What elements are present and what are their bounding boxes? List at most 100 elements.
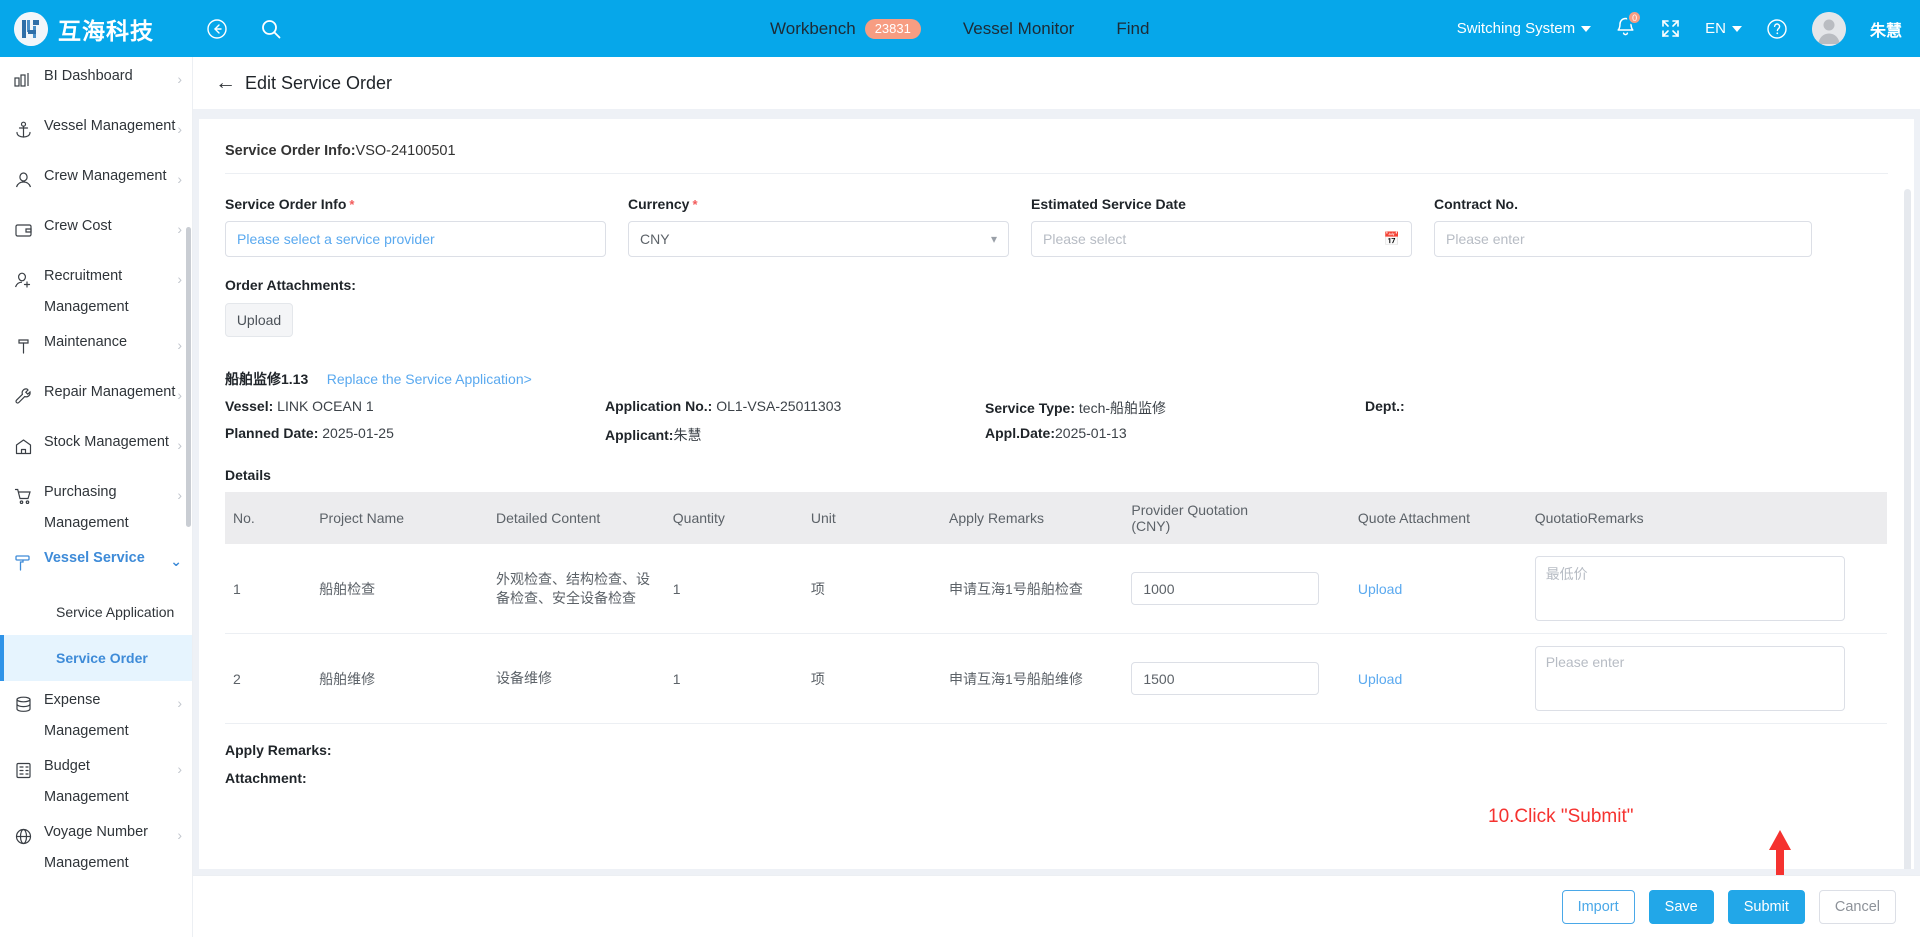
wallet-icon <box>14 221 40 245</box>
application-no-field: Application No.: OL1-VSA-25011303 <box>605 398 985 418</box>
application-info-row: Planned Date: 2025-01-25 Applicant:朱慧 Ap… <box>225 425 1888 445</box>
quotation-input[interactable]: 1000 <box>1131 572 1320 605</box>
sidebar-item-maintenance[interactable]: Maintenance › <box>0 323 192 373</box>
sidebar-sub-label: Service Application <box>56 604 175 620</box>
top-navigation-bar: 互海科技 Workbench 23831 Vessel Monitor Find… <box>0 0 1920 57</box>
notification-bell-icon[interactable]: 0 <box>1615 10 1643 42</box>
help-icon[interactable] <box>1766 18 1788 40</box>
cell-content: 设备维修 <box>487 633 665 724</box>
paint-roller-icon <box>14 553 40 577</box>
globe-icon <box>14 827 40 851</box>
switching-system-dropdown[interactable]: Switching System <box>1457 20 1592 37</box>
sidebar-item-stock-management[interactable]: Stock Management › <box>0 423 192 473</box>
sidebar-item-service-order[interactable]: Service Order <box>0 635 192 681</box>
main-content: ← Edit Service Order Service Order Info:… <box>193 57 1920 937</box>
sidebar-item-label: Purchasing Management <box>44 484 129 531</box>
service-order-info-value: VSO-24100501 <box>355 143 456 159</box>
chevron-right-icon: › <box>177 487 182 503</box>
quotation-remarks-part-a: Quotatio <box>1534 510 1588 526</box>
quotation-value: 1000 <box>1143 580 1175 597</box>
sidebar-item-voyage-number-management[interactable]: Voyage Number Management › <box>0 813 192 879</box>
chevron-right-icon: › <box>177 387 182 403</box>
sidebar-item-label: Repair Management <box>44 384 176 400</box>
sidebar-sub-label: Service Order <box>56 650 148 666</box>
currency-select[interactable]: CNY ▾ <box>628 221 1009 257</box>
sidebar-item-bi-dashboard[interactable]: BI Dashboard › <box>0 57 192 107</box>
table-row: 2 船舶维修 设备维修 1 项 申请互海1号船舶维修 1500 Upload P… <box>225 633 1887 724</box>
upload-link[interactable]: Upload <box>1358 671 1402 687</box>
cell-project: 船舶检查 <box>311 544 488 634</box>
upload-button[interactable]: Upload <box>225 303 293 337</box>
sidebar-item-service-application[interactable]: Service Application <box>0 589 192 635</box>
sidebar-item-purchasing-management[interactable]: Purchasing Management › <box>0 473 192 539</box>
username-label: 朱慧 <box>1869 22 1902 40</box>
appl-date-field: Appl.Date:2025-01-13 <box>985 425 1365 445</box>
application-no-label: Application No.: <box>605 398 713 414</box>
sidebar-scrollbar[interactable] <box>186 227 191 527</box>
service-order-form-card: Service Order Info:VSO-24100501 Service … <box>199 119 1914 869</box>
column-header-provider-quotation: Provider Quotation (CNY) <box>1123 492 1350 544</box>
quotation-header-line1: Provider Quotation <box>1131 502 1249 518</box>
application-no-value: OL1-VSA-25011303 <box>716 398 842 414</box>
service-provider-select[interactable]: Please select a service provider <box>225 221 606 257</box>
nav-label: Find <box>1116 18 1150 38</box>
upload-link[interactable]: Upload <box>1358 581 1402 597</box>
sidebar-item-budget-management[interactable]: Budget Management › <box>0 747 192 813</box>
placeholder: Please select <box>1043 231 1127 247</box>
language-selector[interactable]: EN <box>1705 20 1742 37</box>
import-button[interactable]: Import <box>1561 889 1635 924</box>
nav-item-workbench[interactable]: Workbench 23831 <box>770 18 921 39</box>
field-currency: Currency * CNY ▾ <box>628 196 1031 257</box>
quotation-remarks-textarea[interactable]: Please enter <box>1534 646 1845 711</box>
chart-bar-icon <box>14 71 40 95</box>
sidebar-item-vessel-service[interactable]: Vessel Service ⌄ <box>0 539 192 589</box>
back-arrow-icon[interactable]: ← <box>215 71 236 95</box>
sidebar-item-label: Stock Management <box>44 434 169 450</box>
nav-item-vessel-monitor[interactable]: Vessel Monitor <box>963 19 1075 39</box>
cell-no: 1 <box>225 544 312 634</box>
avatar[interactable] <box>1811 11 1846 46</box>
cell-unit: 项 <box>802 544 942 634</box>
back-arrow-icon[interactable] <box>206 18 228 40</box>
chevron-right-icon: › <box>177 71 182 87</box>
sidebar-item-repair-management[interactable]: Repair Management › <box>0 373 192 423</box>
service-order-info-line: Service Order Info:VSO-24100501 <box>225 143 1888 174</box>
chevron-right-icon: › <box>177 827 182 843</box>
replace-service-application-link[interactable]: Replace the Service Application> <box>327 371 532 387</box>
service-type-label: Service Type: <box>985 400 1076 416</box>
brand-logo-area[interactable]: 互海科技 <box>14 11 154 46</box>
details-table: No. Project Name Detailed Content Quanti… <box>225 492 1887 724</box>
cancel-button[interactable]: Cancel <box>1818 889 1896 924</box>
sidebar-item-vessel-management[interactable]: Vessel Management › <box>0 107 192 157</box>
save-button[interactable]: Save <box>1648 889 1714 924</box>
planned-date-field: Planned Date: 2025-01-25 <box>225 425 605 445</box>
workbench-badge: 23831 <box>864 18 921 39</box>
column-header-project: Project Name <box>311 492 488 544</box>
quotation-remarks-textarea[interactable]: 最低价 <box>1534 556 1845 621</box>
cell-quotation: 1500 <box>1123 633 1350 724</box>
submit-button[interactable]: Submit <box>1727 889 1805 924</box>
person-add-icon <box>14 271 40 295</box>
placeholder: Please enter <box>1446 231 1525 247</box>
sidebar-item-expense-management[interactable]: Expense Management › <box>0 681 192 747</box>
sidebar-item-recruitment-management[interactable]: Recruitment Management › <box>0 257 192 323</box>
wrench-icon <box>14 387 40 411</box>
content-scrollbar[interactable] <box>1904 189 1911 869</box>
cell-apply-remarks: 申请互海1号船舶检查 <box>941 544 1124 634</box>
cart-icon <box>14 487 40 511</box>
estimated-service-date-input[interactable]: Please select 📅 <box>1031 221 1412 257</box>
nav-label: Workbench <box>770 18 856 38</box>
sidebar-item-crew-cost[interactable]: Crew Cost › <box>0 207 192 257</box>
table-row: 1 船舶检查 外观检查、结构检查、设备检查、安全设备检查 1 项 申请互海1号船… <box>225 544 1887 634</box>
nav-item-find[interactable]: Find <box>1116 19 1149 39</box>
search-icon[interactable] <box>260 18 282 40</box>
quotation-input[interactable]: 1500 <box>1131 662 1320 695</box>
chevron-right-icon: › <box>177 221 182 237</box>
sidebar-item-label: Expense Management <box>44 692 129 739</box>
quotation-remarks-placeholder: 最低价 <box>1545 566 1588 582</box>
notification-count-badge: 0 <box>1627 10 1643 25</box>
vessel-label: Vessel: <box>225 398 274 414</box>
fullscreen-icon[interactable] <box>1660 18 1681 39</box>
contract-no-input[interactable]: Please enter <box>1434 221 1812 257</box>
sidebar-item-crew-management[interactable]: Crew Management › <box>0 157 192 207</box>
